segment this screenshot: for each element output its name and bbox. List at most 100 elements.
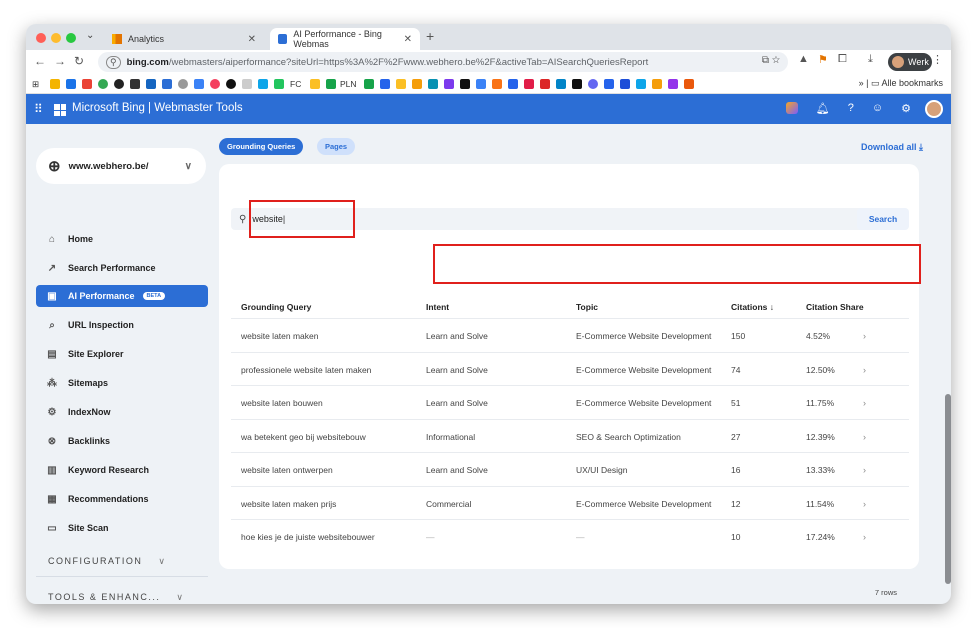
bookmark-icon[interactable]	[210, 79, 220, 89]
chevron-right-icon[interactable]: ›	[863, 432, 866, 442]
bookmark-icon[interactable]	[668, 79, 678, 89]
sidebar-item-search-performance[interactable]: ↗ Search Performance	[36, 257, 208, 279]
table-row[interactable]: professionele website laten maken Learn a…	[231, 351, 909, 385]
table-row[interactable]: website laten maken Learn and Solve E-Comm…	[231, 318, 909, 351]
bookmark-icon[interactable]	[194, 79, 204, 89]
table-row[interactable]: hoe kies je de juiste websitebouwer — — 10 1…	[231, 519, 909, 552]
bookmark-star-icon[interactable]: ⧉ ☆	[762, 55, 780, 66]
column-intent[interactable]: Intent	[426, 302, 449, 312]
sidebar-item-keyword-research[interactable]: ▥ Keyword Research	[36, 459, 208, 481]
tab-grounding-queries[interactable]: Grounding Queries	[219, 138, 304, 155]
bookmark-icon[interactable]	[114, 79, 124, 89]
bookmark-icon[interactable]	[556, 79, 566, 89]
site-info-icon[interactable]: ⚲	[106, 55, 121, 69]
tab-search-chevron-icon[interactable]: ⌄	[86, 30, 94, 41]
bookmark-icon[interactable]	[66, 79, 76, 89]
download-all-button[interactable]: Download all ⤓	[861, 142, 923, 153]
bookmark-icon[interactable]	[98, 79, 108, 89]
table-row[interactable]: website laten ontwerpen Learn and Solve UX…	[231, 452, 909, 485]
profile-button[interactable]: Werk	[888, 53, 932, 71]
column-grounding-query[interactable]: Grounding Query	[241, 302, 311, 312]
copilot-icon[interactable]	[785, 102, 798, 114]
bookmark-icon[interactable]	[364, 79, 374, 89]
sidebar-item-backlinks[interactable]: ⊗ Backlinks	[36, 430, 208, 452]
bookmark-fc[interactable]: FC	[290, 79, 301, 89]
column-citations[interactable]: Citations ↓	[731, 302, 774, 312]
site-picker[interactable]: ⊕ www.webhero.be/ ∨	[36, 148, 206, 184]
bookmark-icon[interactable]	[258, 79, 268, 89]
maximize-window-button[interactable]	[66, 33, 76, 43]
bookmark-icon[interactable]	[588, 79, 598, 89]
column-topic[interactable]: Topic	[576, 302, 598, 312]
bookmark-icon[interactable]	[444, 79, 454, 89]
bookmark-icon[interactable]	[540, 79, 550, 89]
chevron-right-icon[interactable]: ›	[863, 331, 866, 341]
sidebar-item-home[interactable]: ⌂ Home	[36, 228, 208, 250]
extension-icon[interactable]: ▲	[798, 53, 809, 65]
bookmark-pln[interactable]: PLN	[340, 79, 357, 89]
column-citation-share[interactable]: Citation Share	[806, 302, 864, 312]
apps-grid-icon[interactable]: ⊞	[32, 79, 39, 90]
bookmark-icon[interactable]	[636, 79, 646, 89]
help-icon[interactable]: ?	[848, 102, 854, 115]
bookmark-icon[interactable]	[380, 79, 390, 89]
bell-icon[interactable]: 🔔︎	[816, 102, 830, 115]
bookmark-icon[interactable]	[652, 79, 662, 89]
chevron-right-icon[interactable]: ›	[863, 532, 866, 542]
download-icon[interactable]: ⤓	[868, 53, 873, 66]
close-tab-icon[interactable]: ✕	[248, 34, 256, 45]
bookmark-icon[interactable]	[326, 79, 336, 89]
table-row[interactable]: wa betekent geo bij websitebouw Informati…	[231, 418, 909, 452]
sidebar-item-sitemaps[interactable]: ⁂ Sitemaps	[36, 372, 208, 394]
tab-ai-performance[interactable]: AI Performance - Bing Webmas ✕	[270, 28, 420, 50]
tab-pages[interactable]: Pages	[317, 138, 356, 155]
bookmark-icon[interactable]	[604, 79, 614, 89]
page-scrollbar[interactable]	[945, 394, 951, 584]
chevron-right-icon[interactable]: ›	[863, 398, 866, 408]
bookmark-icon[interactable]	[396, 79, 406, 89]
bookmark-icon[interactable]	[428, 79, 438, 89]
reload-icon[interactable]: ↻	[74, 54, 84, 68]
bookmark-icon[interactable]	[684, 79, 694, 89]
analytics-extension-icon[interactable]: ⚑	[818, 53, 828, 66]
bookmark-icon[interactable]	[572, 79, 582, 89]
sidebar-item-site-explorer[interactable]: ▤ Site Explorer	[36, 343, 208, 365]
address-bar[interactable]: ⚲ bing.com /webmasters/aiperformance?sit…	[98, 52, 788, 72]
bing-bookmark-icon[interactable]	[162, 79, 172, 89]
menu-kebab-icon[interactable]: ⋮	[932, 53, 943, 66]
sidebar-item-recommendations[interactable]: ▦ Recommendations	[36, 488, 208, 510]
bookmark-icon[interactable]	[146, 79, 156, 89]
gear-icon[interactable]: ⚙	[901, 102, 911, 115]
bookmark-icon[interactable]	[492, 79, 502, 89]
sidebar-item-site-scan[interactable]: ▭ Site Scan	[36, 517, 208, 539]
bookmark-icon[interactable]	[178, 79, 188, 89]
sidebar-item-indexnow[interactable]: ⚙ IndexNow	[36, 401, 208, 423]
brand-title[interactable]: Microsoft Bing | Webmaster Tools	[72, 102, 243, 114]
chevron-right-icon[interactable]: ›	[863, 365, 866, 375]
sidebar-item-url-inspection[interactable]: ⌕ URL Inspection	[36, 314, 208, 336]
extensions-puzzle-icon[interactable]: ⧠	[838, 53, 847, 66]
gmail-icon[interactable]	[82, 79, 92, 89]
close-tab-icon[interactable]: ✕	[404, 34, 412, 45]
close-window-button[interactable]	[36, 33, 46, 43]
bookmark-icon[interactable]	[476, 79, 486, 89]
smiley-icon[interactable]: ☺	[872, 102, 883, 115]
section-tools[interactable]: TOOLS & ENHANC... ∨	[48, 592, 184, 603]
search-button[interactable]: Search	[857, 208, 909, 230]
tab-analytics[interactable]: Analytics ✕	[104, 28, 264, 50]
bookmark-icon[interactable]	[274, 79, 284, 89]
bookmark-icon[interactable]	[412, 79, 422, 89]
bookmark-icon[interactable]	[524, 79, 534, 89]
section-configuration[interactable]: CONFIGURATION ∨	[48, 556, 166, 567]
bookmark-icon[interactable]	[460, 79, 470, 89]
forward-icon[interactable]: →	[54, 54, 66, 68]
back-icon[interactable]: ←	[34, 54, 46, 68]
minimize-window-button[interactable]	[51, 33, 61, 43]
bookmark-icon[interactable]	[242, 79, 252, 89]
bookmark-icon[interactable]	[50, 79, 60, 89]
table-row[interactable]: website laten bouwen Learn and Solve E-Com…	[231, 385, 909, 418]
app-launcher-icon[interactable]: ⠿	[34, 102, 43, 116]
new-tab-button[interactable]: +	[426, 28, 434, 44]
sidebar-item-ai-performance[interactable]: ▣ AI Performance BETA	[36, 285, 208, 307]
all-bookmarks-link[interactable]: » | ▭ Alle bookmarks	[859, 78, 943, 89]
